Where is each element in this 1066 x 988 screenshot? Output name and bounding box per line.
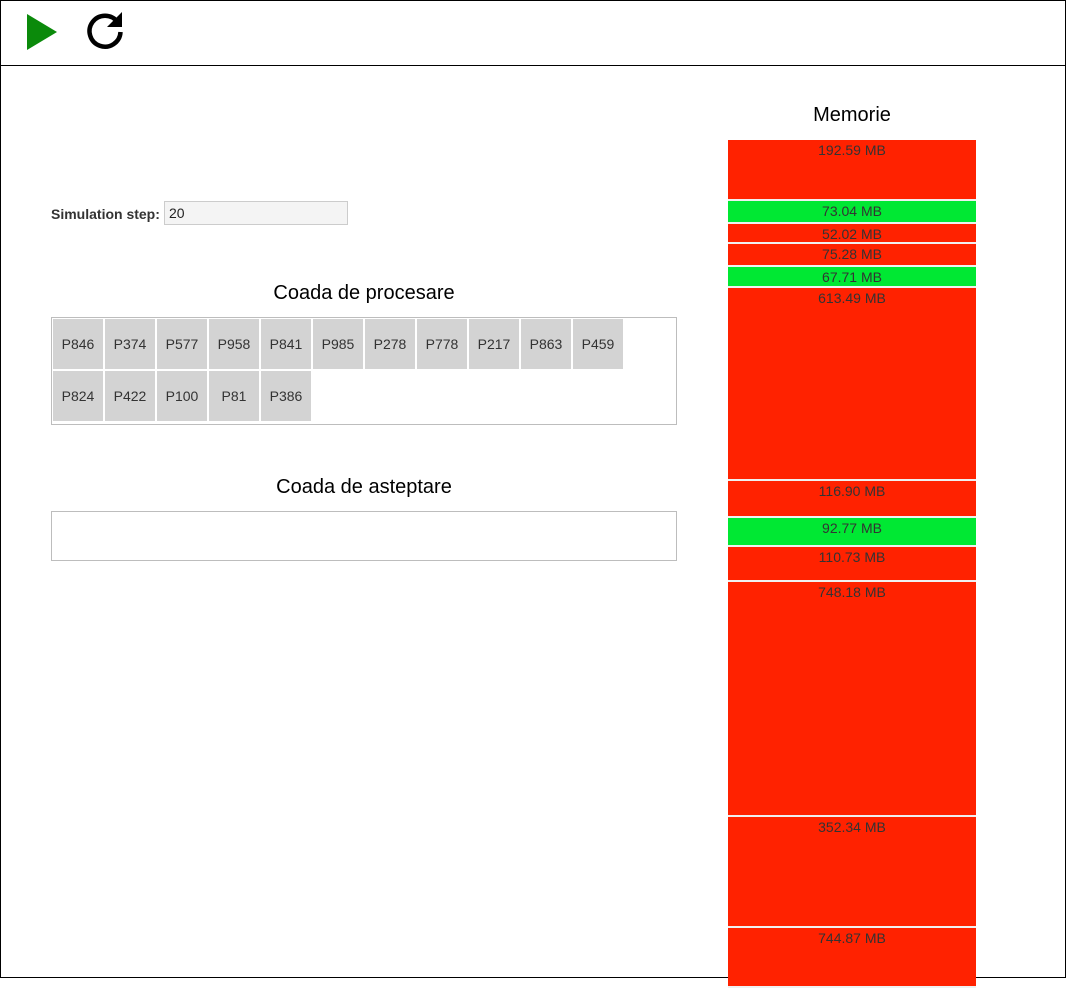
simulation-step-label: Simulation step: <box>51 206 160 222</box>
refresh-icon <box>87 12 123 49</box>
memory-block-used: 75.28 MB <box>728 244 976 267</box>
process-item: P459 <box>573 319 623 369</box>
memory-block-used: 748.18 MB <box>728 582 976 817</box>
memory-block-label: 73.04 MB <box>822 203 882 219</box>
memory-block-label: 613.49 MB <box>818 290 886 306</box>
reset-button[interactable] <box>81 8 129 56</box>
process-item: P386 <box>261 371 311 421</box>
memory-block-free: 73.04 MB <box>728 201 976 224</box>
process-item: P577 <box>157 319 207 369</box>
memory-block-used: 192.59 MB <box>728 140 976 201</box>
process-item: P841 <box>261 319 311 369</box>
waiting-queue-grid <box>52 512 676 514</box>
process-item: P985 <box>313 319 363 369</box>
toolbar <box>0 0 1066 66</box>
memory-block-free: 92.77 MB <box>728 518 976 547</box>
play-button[interactable] <box>19 8 67 56</box>
process-item: P217 <box>469 319 519 369</box>
memory-block-label: 192.59 MB <box>818 142 886 158</box>
process-item: P374 <box>105 319 155 369</box>
process-item: P846 <box>53 319 103 369</box>
memory-block-used: 110.73 MB <box>728 547 976 582</box>
memory-block-used: 352.34 MB <box>728 817 976 928</box>
waiting-queue <box>51 511 677 561</box>
play-icon <box>27 14 57 50</box>
memory-block-label: 110.73 MB <box>818 549 886 565</box>
process-item: P100 <box>157 371 207 421</box>
processing-queue-grid: P846 P374 P577 P958 P841 P985 P278 P778 P217 P863… <box>52 318 676 424</box>
process-item: P778 <box>417 319 467 369</box>
memory-block-used: 116.90 MB <box>728 481 976 518</box>
simulation-step-input[interactable] <box>164 201 348 225</box>
memory-block-label: 744.87 MB <box>818 930 886 946</box>
memory-block-label: 116.90 MB <box>818 483 886 499</box>
processing-queue-title: Coada de procesare <box>273 282 455 304</box>
memory-block-label: 75.28 MB <box>822 246 882 262</box>
process-item: P422 <box>105 371 155 421</box>
processing-queue: P846 P374 P577 P958 P841 P985 P278 P778 P217 P863… <box>51 317 677 425</box>
memory-title: Memorie <box>813 104 891 126</box>
process-item: P958 <box>209 319 259 369</box>
waiting-queue-title: Coada de asteptare <box>276 476 452 498</box>
memory-block-label: 748.18 MB <box>818 584 886 600</box>
memory-block-label: 352.34 MB <box>818 819 886 835</box>
process-item: P278 <box>365 319 415 369</box>
memory-block-label: 52.02 MB <box>822 226 882 242</box>
memory-block-label: 92.77 MB <box>822 520 882 536</box>
memory-block-used: 52.02 MB <box>728 224 976 244</box>
memory-block-used: 613.49 MB <box>728 288 976 481</box>
memory-block-free: 67.71 MB <box>728 267 976 288</box>
process-item: P863 <box>521 319 571 369</box>
process-item: P824 <box>53 371 103 421</box>
memory-block-label: 67.71 MB <box>822 269 882 285</box>
process-item: P81 <box>209 371 259 421</box>
memory-block-used: 744.87 MB <box>728 928 976 988</box>
